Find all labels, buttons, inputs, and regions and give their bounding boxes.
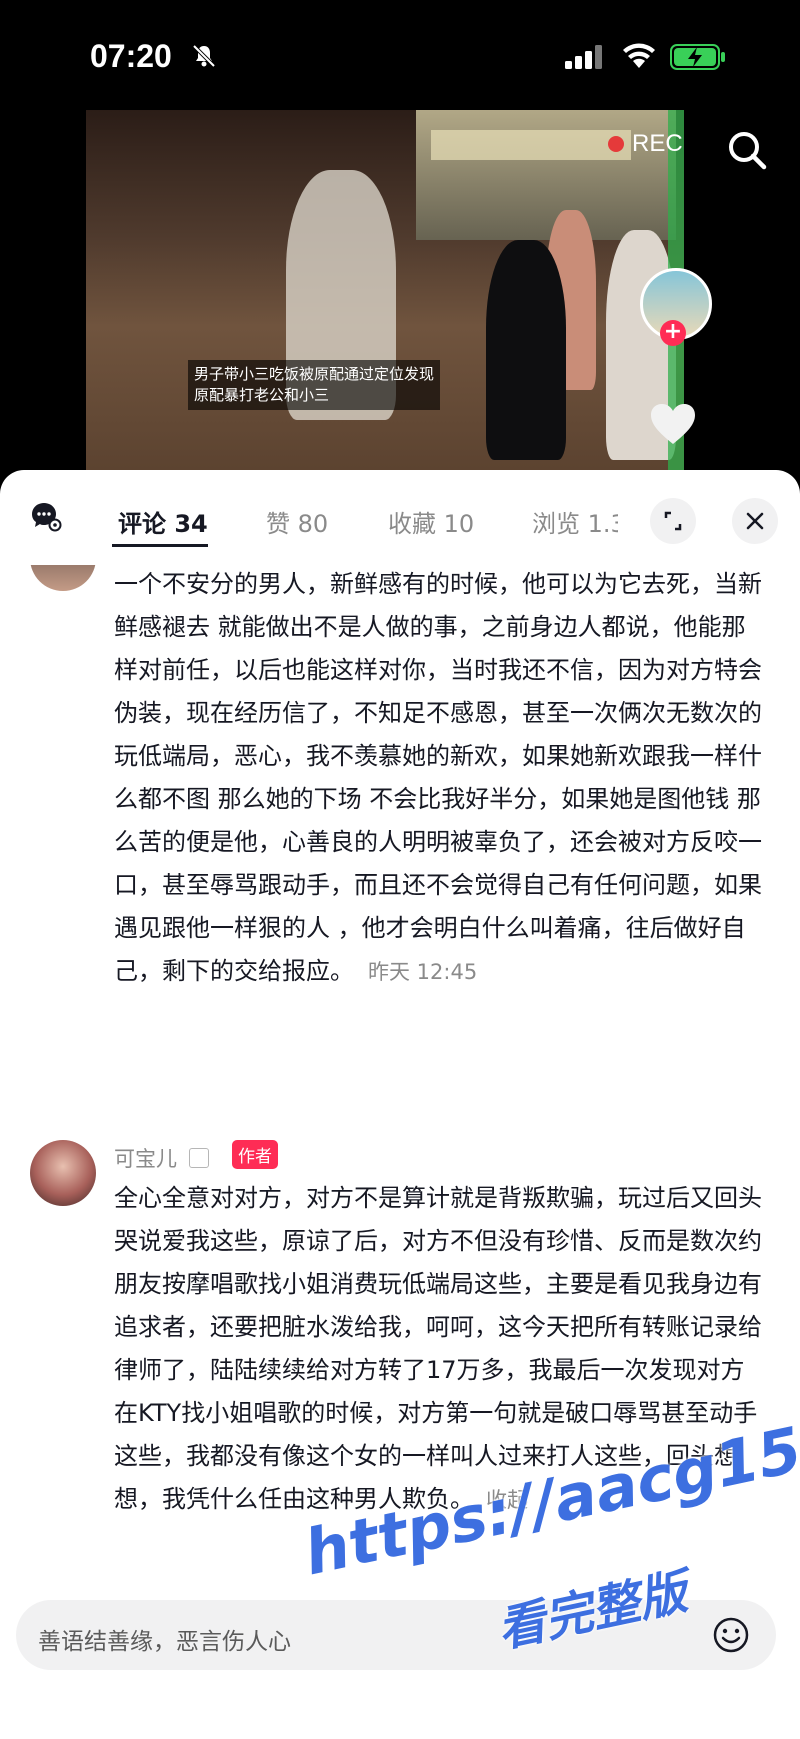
- comment-text: 全心全意对对方，对方不是算计就是背叛欺骗，玩过后又回头哭说爱我这些，原谅了后，对…: [114, 1184, 762, 1513]
- comments-sheet: 评论 34 赞 80 收藏 10 浏览 1.3 一个不安分的男人，新鲜感有的时候…: [0, 470, 800, 1739]
- collapse-link[interactable]: 收起: [486, 1488, 528, 1512]
- avatar[interactable]: [30, 565, 96, 591]
- comment-input-placeholder: 善语结善缘，恶言伤人心: [38, 1629, 291, 1655]
- video-frame: 男子带小三吃饭被原配通过定位发现 原配暴打老公和小三: [86, 110, 684, 470]
- emoji-icon[interactable]: [712, 1616, 750, 1654]
- rec-label: REC: [632, 130, 683, 157]
- rec-dot-icon: [608, 136, 624, 152]
- comment-text: 一个不安分的男人，新鲜感有的时候，他可以为它去死，当新鲜感褪去 就能做出不是人做…: [114, 570, 762, 985]
- status-bar: 07:20: [0, 0, 800, 110]
- battery-charging-icon: [670, 44, 725, 70]
- author-badge: 作者: [232, 1140, 278, 1169]
- video-caption: 男子带小三吃饭被原配通过定位发现 原配暴打老公和小三: [188, 360, 441, 410]
- comment-list: 一个不安分的男人，新鲜感有的时候，他可以为它去死，当新鲜感褪去 就能做出不是人做…: [0, 565, 800, 1565]
- tab-likes[interactable]: 赞 80: [266, 504, 328, 539]
- expand-icon: [664, 511, 682, 531]
- comment-body: 一个不安分的男人，新鲜感有的时候，他可以为它去死，当新鲜感褪去 就能做出不是人做…: [114, 565, 764, 994]
- user-tag-box: [189, 1148, 209, 1168]
- comment-body: 全心全意对对方，对方不是算计就是背叛欺骗，玩过后又回头哭说爱我这些，原谅了后，对…: [114, 1177, 764, 1522]
- like-heart-icon[interactable]: [648, 400, 698, 450]
- comment-input[interactable]: 善语结善缘，恶言伤人心: [16, 1600, 776, 1670]
- close-button[interactable]: [732, 498, 778, 544]
- store-sign: [431, 130, 631, 160]
- wifi-icon: [623, 43, 655, 68]
- rec-indicator: REC: [608, 130, 683, 158]
- tab-bar: 评论 34 赞 80 收藏 10 浏览 1.3: [0, 470, 800, 565]
- search-icon[interactable]: [725, 128, 769, 172]
- tab-views[interactable]: 浏览 1.3: [532, 504, 618, 539]
- avatar[interactable]: [30, 1140, 96, 1206]
- comment-input-bar: 善语结善缘，恶言伤人心: [0, 1580, 800, 1739]
- mute-bell-icon: [192, 44, 216, 68]
- comment-settings-icon[interactable]: [30, 500, 62, 532]
- tab-favorites[interactable]: 收藏 10: [388, 504, 474, 539]
- active-tab-indicator: [112, 544, 208, 547]
- cellular-signal-icon: [565, 45, 602, 69]
- status-time: 07:20: [90, 38, 172, 74]
- close-icon: [746, 512, 764, 530]
- figure: [486, 240, 566, 460]
- follow-plus-icon[interactable]: +: [660, 320, 686, 346]
- tab-comments[interactable]: 评论 34: [118, 504, 208, 539]
- comment-time: 昨天 12:45: [368, 960, 478, 984]
- comment-username[interactable]: 可宝儿: [114, 1143, 177, 1173]
- expand-button[interactable]: [650, 498, 696, 544]
- video-player[interactable]: 男子带小三吃饭被原配通过定位发现 原配暴打老公和小三 REC +: [0, 110, 800, 470]
